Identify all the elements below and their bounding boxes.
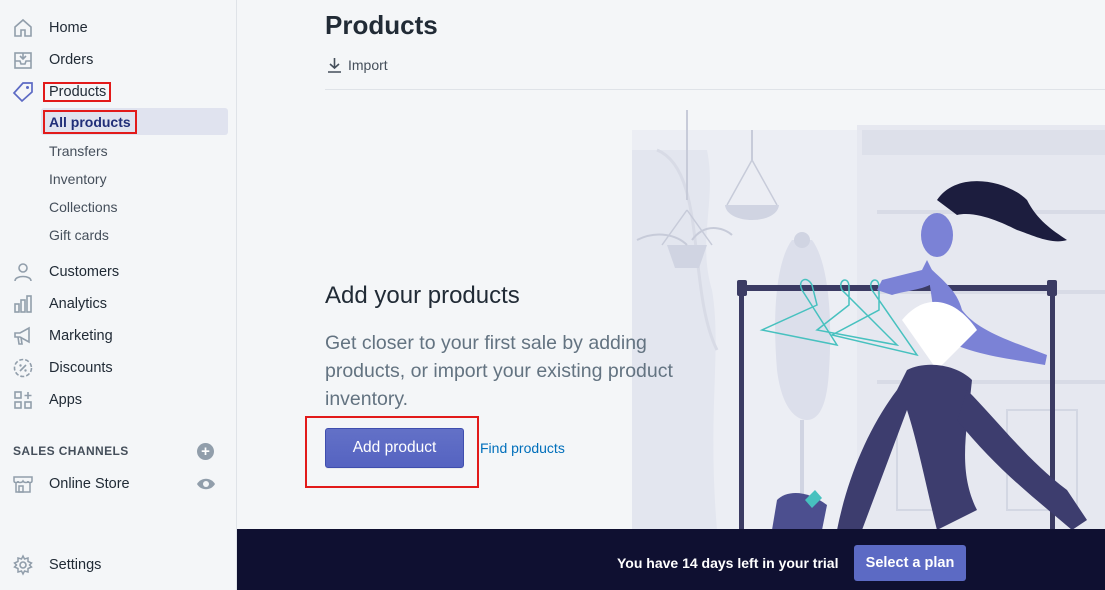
orders-icon xyxy=(12,49,34,71)
subitem-label: Inventory xyxy=(49,170,107,187)
store-icon xyxy=(12,473,34,495)
sidebar-item-home[interactable]: Home xyxy=(0,13,237,43)
sidebar-item-settings[interactable]: Settings xyxy=(0,550,237,580)
download-icon xyxy=(328,58,341,73)
empty-state-heading: Add your products xyxy=(325,282,520,309)
sales-channels-title: SALES CHANNELS xyxy=(13,444,129,458)
subitem-label: All products xyxy=(49,113,131,130)
subitem-label: Gift cards xyxy=(49,226,109,243)
import-button[interactable]: Import xyxy=(327,57,388,73)
select-plan-button[interactable]: Select a plan xyxy=(854,545,966,581)
sidebar-item-label: Analytics xyxy=(49,296,108,312)
sidebar-item-discounts[interactable]: Discounts xyxy=(0,353,237,383)
sidebar-item-label: Products xyxy=(49,84,107,100)
sidebar-item-label: Online Store xyxy=(49,476,130,492)
trial-message: You have 14 days left in your trial xyxy=(617,555,839,571)
sidebar-item-label: Home xyxy=(49,20,88,36)
sidebar-item-analytics[interactable]: Analytics xyxy=(0,289,237,319)
main-content: Products Import Add your products Get cl… xyxy=(237,0,1105,590)
subitem-label: Collections xyxy=(49,198,118,215)
add-sales-channel-icon[interactable]: + xyxy=(197,443,214,460)
sidebar-item-apps[interactable]: Apps xyxy=(0,385,237,415)
sidebar-item-label: Orders xyxy=(49,52,94,68)
sidebar-item-label: Customers xyxy=(49,264,120,280)
sidebar-item-marketing[interactable]: Marketing xyxy=(0,321,237,351)
empty-state-description: Get closer to your first sale by adding … xyxy=(325,332,673,410)
sidebar-subitem-all-products[interactable]: All products xyxy=(41,108,228,135)
home-icon xyxy=(12,17,34,39)
sidebar-item-label: Marketing xyxy=(49,328,113,344)
subitem-label: Transfers xyxy=(49,142,108,159)
megaphone-icon xyxy=(12,325,34,347)
import-label: Import xyxy=(348,57,388,73)
discount-icon xyxy=(12,357,34,379)
sidebar: Home Orders Products All products Transf… xyxy=(0,0,237,590)
sidebar-subitem-collections[interactable]: Collections xyxy=(41,193,228,220)
sidebar-subitem-gift-cards[interactable]: Gift cards xyxy=(41,221,228,248)
apps-icon xyxy=(12,389,34,411)
eye-icon[interactable] xyxy=(196,475,216,493)
customer-icon xyxy=(12,261,34,283)
gear-icon xyxy=(12,554,34,576)
sidebar-item-label: Apps xyxy=(49,392,83,408)
sidebar-subitem-transfers[interactable]: Transfers xyxy=(41,137,228,164)
sidebar-item-customers[interactable]: Customers xyxy=(0,257,237,287)
sidebar-item-label: Discounts xyxy=(49,360,113,376)
page-title: Products xyxy=(325,10,438,40)
find-products-link[interactable]: Find products xyxy=(480,440,565,456)
sidebar-item-products[interactable]: Products xyxy=(0,77,237,107)
add-product-button[interactable]: Add product xyxy=(325,428,464,468)
sidebar-item-label: Settings xyxy=(49,557,102,573)
analytics-icon xyxy=(12,293,34,315)
tag-icon xyxy=(12,81,34,103)
sidebar-subitem-inventory[interactable]: Inventory xyxy=(41,165,228,192)
sidebar-item-orders[interactable]: Orders xyxy=(0,45,237,75)
